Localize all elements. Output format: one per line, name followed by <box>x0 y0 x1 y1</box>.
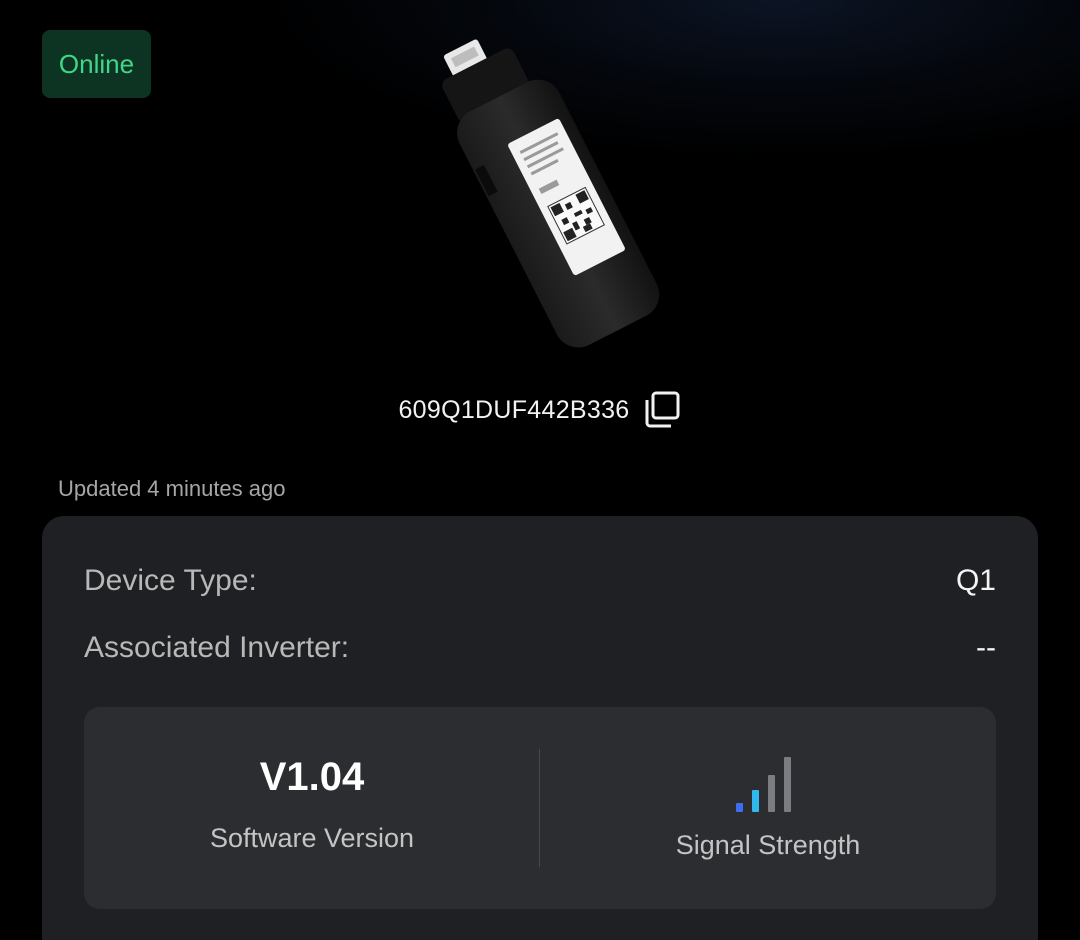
software-version-stat: V1.04 Software Version <box>84 707 540 909</box>
wifi-dongle-image <box>442 39 660 348</box>
software-version-value: V1.04 <box>259 755 365 799</box>
signal-strength-stat: Signal Strength <box>540 707 996 909</box>
copy-icon[interactable] <box>642 390 682 430</box>
stats-panel: V1.04 Software Version Signal Strength <box>84 707 996 909</box>
device-info-card: Device Type: Q1 Associated Inverter: -- … <box>42 516 1038 940</box>
associated-inverter-label: Associated Inverter: <box>84 631 350 664</box>
serial-row: 609Q1DUF442B336 <box>0 384 1080 436</box>
serial-number: 609Q1DUF442B336 <box>398 395 630 424</box>
associated-inverter-value: -- <box>976 631 996 664</box>
device-type-row: Device Type: Q1 <box>84 559 996 603</box>
status-badge: Online <box>42 30 151 98</box>
device-type-label: Device Type: <box>84 564 257 597</box>
device-detail-screen: Online 609Q1DUF442B336 Updated 4 minutes… <box>0 0 1080 940</box>
updated-timestamp: Updated 4 minutes ago <box>58 476 286 501</box>
software-version-label: Software Version <box>209 823 415 853</box>
associated-inverter-row: Associated Inverter: -- <box>84 626 996 670</box>
signal-strength-icon <box>736 757 791 812</box>
signal-strength-label: Signal Strength <box>675 830 861 860</box>
device-type-value: Q1 <box>955 564 996 597</box>
